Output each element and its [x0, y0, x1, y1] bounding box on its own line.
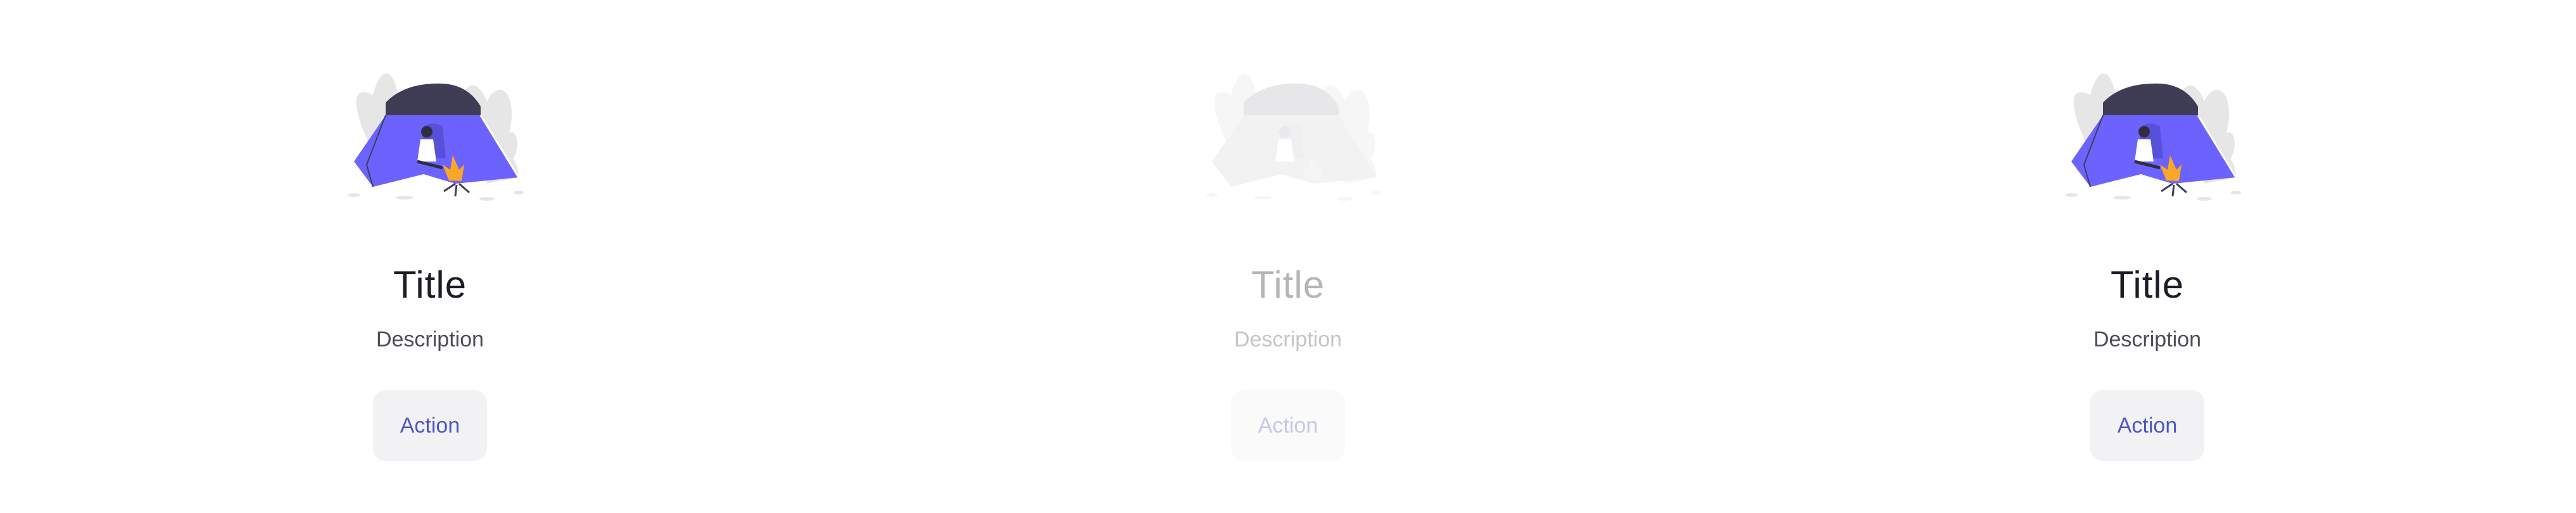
action-button[interactable]: Action [2090, 390, 2204, 461]
empty-state-description: Description [1234, 327, 1342, 352]
empty-state-variants: Title Description Action Title Descripti… [0, 0, 2576, 513]
action-button[interactable]: Action [373, 390, 487, 461]
empty-state-title: Title [2110, 263, 2185, 306]
empty-state-title: Title [393, 263, 467, 306]
empty-state-description: Description [2093, 327, 2202, 352]
empty-state-description: Description [376, 327, 484, 352]
camping-tent-icon [2065, 73, 2241, 201]
empty-state-card-default: Title Description Action [316, 0, 544, 513]
camping-tent-icon [1206, 73, 1382, 201]
empty-state-card-disabled: Title Description Action [1174, 0, 1402, 513]
action-button: Action [1231, 390, 1345, 461]
camping-tent-icon [348, 73, 524, 201]
empty-state-card-hover: Title Description Action [2033, 0, 2261, 513]
empty-state-title: Title [1251, 263, 1325, 306]
